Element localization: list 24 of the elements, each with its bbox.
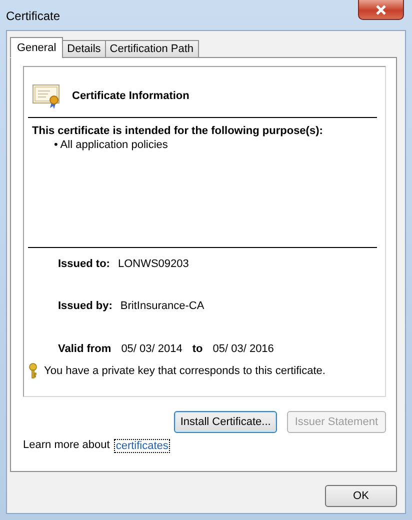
- close-icon: [375, 4, 387, 14]
- purpose-item: • All application policies: [53, 139, 169, 151]
- field-value: LONWS09203: [118, 258, 189, 270]
- action-button[interactable]: Install Certificate...: [174, 411, 277, 433]
- purpose-heading: This certificate is intended for the following purpose(s):: [31, 124, 324, 139]
- field-label: Issued by:: [58, 300, 112, 312]
- field-label: Valid from: [58, 343, 112, 355]
- tab[interactable]: General: [10, 37, 64, 58]
- section-heading: Certificate Information: [72, 90, 190, 102]
- field-value: BritInsurance-CA: [120, 300, 204, 312]
- date-value: 05/ 03/ 2016: [212, 343, 274, 355]
- window-title: Certificate: [6, 9, 60, 23]
- certificate-icon: [32, 83, 62, 109]
- ok-button[interactable]: OK: [325, 485, 397, 507]
- key-note: You have a private key that corresponds to this certificate.: [44, 365, 326, 377]
- certificates-link[interactable]: certificates: [114, 439, 170, 453]
- learn-more-text: Learn more about: [23, 439, 110, 453]
- tab[interactable]: Certification Path: [104, 40, 199, 58]
- field-label: Issued to:: [58, 258, 110, 270]
- tab[interactable]: Details: [62, 40, 106, 58]
- close-button[interactable]: [358, 0, 404, 20]
- date-value: 05/ 03/ 2014: [121, 343, 182, 355]
- field-label: to: [192, 343, 203, 355]
- key-icon: [28, 363, 38, 379]
